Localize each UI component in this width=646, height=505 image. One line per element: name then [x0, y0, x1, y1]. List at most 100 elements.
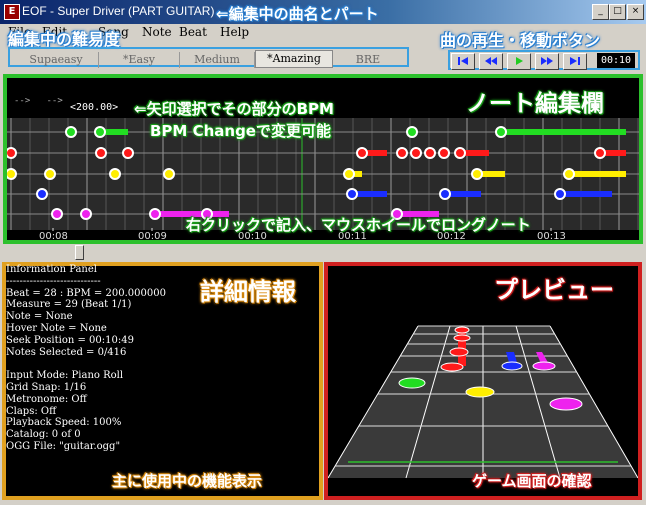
rewind-button[interactable]: [479, 53, 503, 70]
info-line: Beat = 28 : BPM = 200.000000: [6, 287, 166, 299]
annotation-bpm-1: ⇐矢印選択でその部分のBPM: [134, 100, 334, 118]
annotation-click-help: 右クリックで記入、マウスホイールでロングノート: [186, 216, 531, 234]
time-label: 00:09: [138, 231, 167, 240]
fast-forward-icon: [541, 57, 553, 65]
tab-bre[interactable]: BRE: [333, 52, 403, 68]
info-line: Information Panel: [6, 264, 97, 275]
info-line: Input Mode: Piano Roll: [6, 370, 124, 382]
annotation-preview-footer: ゲーム画面の確認: [472, 472, 592, 490]
bpm-marker[interactable]: <200.00>: [70, 102, 118, 113]
annotation-details-footer: 主に使用中の機能表示: [112, 472, 263, 490]
note: [163, 168, 175, 180]
menu-note[interactable]: Note: [142, 25, 172, 39]
preview-note-red: [440, 362, 464, 372]
sustain-note: [569, 171, 626, 177]
timeline-scrollbar[interactable]: [0, 244, 646, 260]
rewind-icon: [485, 57, 497, 65]
maximize-button[interactable]: □: [609, 4, 626, 20]
info-line: Metronome: Off: [6, 393, 87, 405]
note: [122, 147, 134, 159]
note: [44, 168, 56, 180]
note: [65, 126, 77, 138]
time-label: 00:08: [39, 231, 68, 240]
annotation-transport: 曲の再生・移動ボタン: [440, 31, 601, 50]
note: [149, 208, 161, 220]
sustain-note: [560, 191, 612, 197]
note: [406, 126, 418, 138]
note: [346, 188, 358, 200]
play-button[interactable]: [507, 53, 531, 70]
note: [94, 126, 106, 138]
note: [554, 188, 566, 200]
tab-supaeasy[interactable]: Supaeasy: [14, 52, 99, 68]
tab-medium[interactable]: Medium: [180, 52, 255, 68]
tab-amazing[interactable]: *Amazing: [255, 50, 333, 68]
information-text: Information Panel -----------------------…: [6, 264, 166, 453]
note: [594, 147, 606, 159]
note: [471, 168, 483, 180]
sustain-note: [501, 129, 626, 135]
beat-arrows: --> -->: [14, 96, 63, 106]
preview-note-red: [454, 326, 470, 334]
info-line: Seek Position = 00:10:49: [6, 334, 134, 346]
info-line: Claps: Off: [6, 405, 57, 417]
scrollbar-thumb[interactable]: [75, 245, 84, 260]
info-line: [6, 358, 166, 370]
preview-note-green: [398, 377, 426, 389]
note: [438, 147, 450, 159]
forward-end-button[interactable]: [563, 53, 587, 70]
tab-easy[interactable]: *Easy: [99, 52, 180, 68]
note: [80, 208, 92, 220]
note: [495, 126, 507, 138]
skip-back-icon: [458, 57, 468, 65]
note: [109, 168, 121, 180]
highway-board: [328, 325, 638, 479]
note: [95, 147, 107, 159]
note: [439, 188, 451, 200]
annotation-title: ⇐編集中の曲名とパート: [216, 5, 379, 23]
menu-beat[interactable]: Beat: [179, 25, 207, 39]
close-button[interactable]: ×: [627, 4, 644, 20]
preview-sustain-red: [458, 328, 466, 366]
preview-note-yellow: [465, 386, 495, 398]
skip-forward-icon: [570, 57, 580, 65]
info-line: OGG File: "guitar.ogg": [6, 440, 121, 452]
info-line: Notes Selected = 0/416: [6, 346, 127, 358]
annotation-note-editor: ノート編集欄: [466, 91, 604, 117]
info-line: Catalog: 0 of 0: [6, 429, 81, 441]
time-display: 00:10: [597, 53, 635, 68]
window-title: EOF - Super Driver (PART GUITAR): [22, 4, 215, 18]
note: [396, 147, 408, 159]
note: [51, 208, 63, 220]
info-line: ----------------------------: [6, 275, 101, 287]
time-label: 00:13: [537, 231, 566, 240]
note: [424, 147, 436, 159]
menu-help[interactable]: Help: [220, 25, 249, 39]
note: [410, 147, 422, 159]
app-icon[interactable]: E: [4, 4, 20, 20]
note: [356, 147, 368, 159]
annotation-preview: プレビュー: [494, 276, 614, 304]
note: [563, 168, 575, 180]
preview-note-purple: [532, 361, 556, 371]
preview-note-purple: [549, 397, 583, 411]
annotation-details: 詳細情報: [200, 278, 296, 306]
rewind-start-button[interactable]: [451, 53, 475, 70]
preview-note-red: [449, 347, 469, 357]
info-line: Grid Snap: 1/16: [6, 381, 87, 393]
note: [7, 147, 17, 159]
minimize-button[interactable]: _: [592, 4, 609, 20]
note: [343, 168, 355, 180]
fast-forward-button[interactable]: [535, 53, 559, 70]
annotation-bpm-2: BPM Changeで変更可能: [150, 122, 331, 140]
preview-note-red: [453, 334, 471, 342]
info-line: Hover Note = None: [6, 322, 107, 334]
info-line: Measure = 29 (Beat 1/1): [6, 299, 132, 311]
info-line: Playback Speed: 100%: [6, 417, 122, 429]
preview-note-blue: [501, 361, 523, 371]
note: [454, 147, 466, 159]
note: [7, 168, 17, 180]
play-icon: [516, 57, 523, 65]
info-line: Note = None: [6, 311, 73, 323]
note: [36, 188, 48, 200]
